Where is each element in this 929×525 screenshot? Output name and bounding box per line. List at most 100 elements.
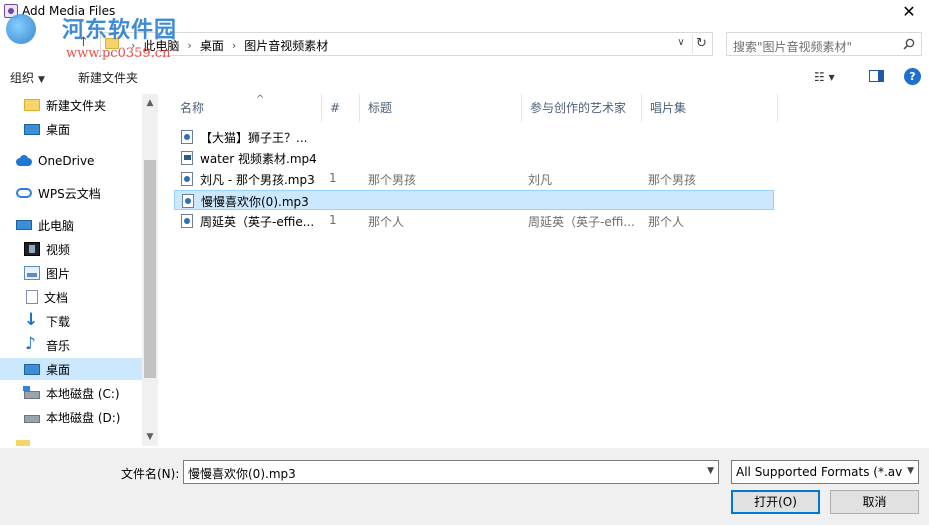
sidebar-item-documents[interactable]: 文档 — [0, 286, 142, 308]
sidebar-item-label: 图片 — [46, 266, 71, 281]
file-name: 【大猫】狮子王？... — [200, 131, 308, 145]
folder-icon — [24, 99, 40, 111]
pictures-icon — [24, 266, 40, 280]
drive-d-icon — [24, 415, 40, 423]
file-row[interactable]: 【大猫】狮子王？... — [174, 127, 774, 147]
sidebar-scrollbar[interactable]: ▲ ▼ — [142, 94, 158, 446]
breadcrumb-this-pc[interactable]: 此电脑 — [143, 37, 179, 54]
sidebar-item-label: 下载 — [46, 314, 71, 329]
video-file-icon — [181, 151, 193, 165]
close-button[interactable]: ✕ — [889, 0, 929, 24]
sidebar-item-wps-cloud[interactable]: WPS云文档 — [0, 182, 142, 204]
audio-file-icon — [182, 194, 194, 208]
sidebar-item-label: 桌面 — [46, 122, 71, 137]
sidebar-item-drive-c[interactable]: 本地磁盘 (C:) — [0, 382, 142, 404]
sidebar-item-downloads[interactable]: 下载 — [0, 310, 142, 332]
folder-icon — [105, 38, 119, 49]
track-number: 1 — [329, 213, 337, 227]
column-header-name[interactable]: ^ 名称 — [172, 94, 322, 122]
breadcrumb-desktop[interactable]: 桌面 — [200, 37, 224, 54]
new-folder-button[interactable]: 新建文件夹 — [78, 69, 138, 86]
file-row[interactable]: water 视频素材.mp4 — [174, 148, 774, 168]
preview-pane-icon[interactable] — [869, 70, 884, 82]
track-title: 那个人 — [368, 215, 405, 229]
downloads-icon — [24, 310, 40, 330]
chevron-down-icon[interactable]: ▼ — [707, 466, 714, 476]
file-row[interactable]: 刘凡 - 那个男孩.mp3 1 那个男孩 刘凡 那个男孩 — [174, 169, 774, 189]
scroll-up-arrow-icon[interactable]: ▲ — [142, 94, 158, 112]
sidebar-item-label: 音乐 — [46, 338, 71, 353]
filename-field[interactable]: 慢慢喜欢你(0).mp3 ▼ — [183, 460, 719, 484]
sidebar-item-label: OneDrive — [38, 154, 95, 168]
column-header-title[interactable]: 标题 — [360, 94, 522, 122]
navigation-pane: 新建文件夹 桌面 OneDrive WPS云文档 此电脑 视频 图片 文档 下载 — [0, 94, 158, 446]
sidebar-item-videos[interactable]: 视频 — [0, 238, 142, 260]
scroll-down-arrow-icon[interactable]: ▼ — [142, 428, 158, 446]
address-bar[interactable]: › 此电脑 › 桌面 › 图片音视频素材 ∨ ↻ — [100, 32, 713, 56]
refresh-icon[interactable]: ↻ — [692, 35, 710, 53]
file-list: ^ 名称 # 标题 参与创作的艺术家 唱片集 【大猫】狮子王？... water… — [160, 94, 929, 446]
column-header-album[interactable]: 唱片集 — [642, 94, 778, 122]
sidebar-item-onedrive[interactable]: OneDrive — [0, 150, 142, 172]
breadcrumb-media-folder[interactable]: 图片音视频素材 — [244, 37, 328, 54]
column-header-number[interactable]: # — [322, 94, 360, 122]
help-icon[interactable]: ? — [904, 68, 921, 85]
filename-label: 文件名(N): — [121, 467, 180, 481]
sidebar-item-pictures[interactable]: 图片 — [0, 262, 142, 284]
sidebar-item-desktop[interactable]: 桌面 — [0, 358, 142, 380]
file-name: 刘凡 - 那个男孩.mp3 — [200, 173, 315, 187]
track-number: 1 — [329, 171, 337, 185]
sidebar-item-label: 本地磁盘 (D:) — [46, 410, 121, 425]
videos-icon — [24, 242, 40, 256]
address-row: ↑ › 此电脑 › 桌面 › 图片音视频素材 ∨ ↻ 搜索"图片音视频素材" — [0, 30, 929, 58]
chevron-down-icon[interactable]: ▼ — [907, 466, 914, 476]
track-album: 那个人 — [648, 215, 685, 229]
app-icon — [4, 4, 18, 18]
filename-value: 慢慢喜欢你(0).mp3 — [188, 467, 296, 481]
sidebar-item-label: 桌面 — [46, 362, 71, 377]
track-title: 那个男孩 — [368, 173, 417, 187]
chevron-down-icon[interactable]: ∨ — [674, 37, 688, 48]
window-title: Add Media Files — [22, 4, 116, 18]
sort-ascending-icon: ^ — [256, 94, 265, 105]
view-options-icon[interactable]: ☷ ▾ — [814, 70, 835, 84]
breadcrumb: › 此电脑 › 桌面 › 图片音视频素材 — [123, 37, 328, 54]
file-type-select[interactable]: All Supported Formats (*.avi; ▼ — [731, 460, 919, 484]
sidebar-item-new-folder[interactable]: 新建文件夹 — [0, 94, 142, 116]
column-header-artist[interactable]: 参与创作的艺术家 — [522, 94, 642, 122]
chevron-right-icon[interactable]: › — [187, 39, 191, 52]
search-input[interactable]: 搜索"图片音视频素材" — [726, 32, 922, 56]
folder-icon — [16, 440, 30, 446]
chevron-right-icon[interactable]: › — [232, 39, 236, 52]
sidebar-item-label: 本地磁盘 (C:) — [46, 386, 120, 401]
file-row[interactable]: 周延英（英子-effie... 1 那个人 周延英（英子-effi... 那个人 — [174, 211, 774, 231]
onedrive-icon — [16, 154, 32, 168]
organize-menu[interactable]: 组织 ▼ — [10, 69, 45, 86]
sidebar-item-label: WPS云文档 — [38, 186, 101, 201]
file-row-selected[interactable]: 慢慢喜欢你(0).mp3 — [174, 190, 774, 210]
file-name: 慢慢喜欢你(0).mp3 — [201, 195, 309, 209]
track-artist: 周延英（英子-effi... — [528, 215, 635, 229]
desktop-icon — [24, 123, 40, 135]
organize-label: 组织 — [10, 71, 35, 85]
search-icon[interactable] — [903, 38, 915, 50]
dialog-footer: 文件名(N): 慢慢喜欢你(0).mp3 ▼ All Supported For… — [0, 448, 929, 525]
sidebar-item-music[interactable]: 音乐 — [0, 334, 142, 356]
this-pc-icon — [16, 220, 32, 230]
scrollbar-thumb[interactable] — [144, 160, 156, 378]
up-arrow-icon[interactable]: ↑ — [78, 36, 92, 50]
drive-c-icon — [23, 386, 40, 399]
file-type-value: All Supported Formats (*.avi; — [736, 465, 902, 479]
chevron-right-icon[interactable]: › — [131, 39, 135, 52]
column-header-label: 名称 — [180, 101, 205, 115]
audio-file-icon — [181, 130, 193, 144]
title-bar: Add Media Files ✕ — [0, 0, 929, 24]
sidebar-item-label: 此电脑 — [38, 218, 75, 233]
sidebar-item-label: 文档 — [44, 290, 69, 305]
sidebar-item-this-pc[interactable]: 此电脑 — [0, 214, 142, 236]
open-button[interactable]: 打开(O) — [731, 490, 820, 514]
audio-file-icon — [181, 172, 193, 186]
sidebar-item-drive-d[interactable]: 本地磁盘 (D:) — [0, 406, 142, 428]
cancel-button[interactable]: 取消 — [830, 490, 919, 514]
sidebar-item-desktop-quick[interactable]: 桌面 — [0, 118, 142, 140]
